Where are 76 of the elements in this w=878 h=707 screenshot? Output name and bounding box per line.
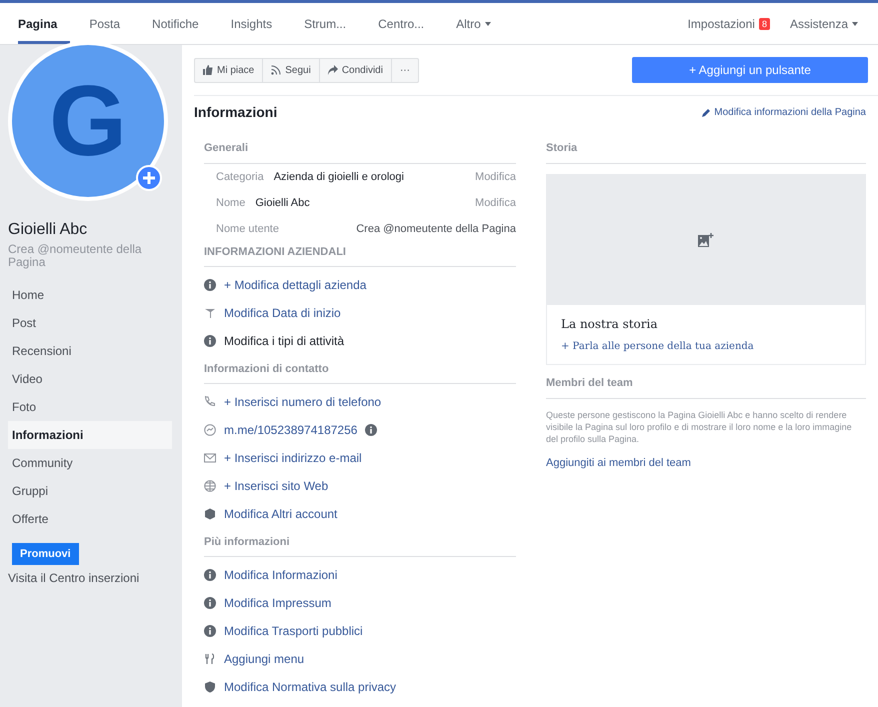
more-button[interactable]: ··· <box>392 58 418 82</box>
nav-tab[interactable]: Centro... <box>365 3 438 44</box>
pencil-icon <box>702 108 712 116</box>
info-link[interactable]: + Modifica dettagli azienda <box>224 278 366 292</box>
info-link[interactable]: Modifica Impressum <box>224 596 332 610</box>
info-link[interactable]: Modifica Normativa sulla privacy <box>224 680 396 694</box>
info-icon <box>204 335 216 347</box>
info-icon <box>204 625 216 637</box>
info-link[interactable]: Modifica Trasporti pubblici <box>224 624 363 638</box>
sidebar-item[interactable]: Recensioni <box>8 337 172 365</box>
fork-knife-icon <box>204 653 216 665</box>
section-heading: INFORMAZIONI AZIENDALI <box>204 242 516 267</box>
info-link[interactable]: Modifica Altri account <box>224 507 338 521</box>
shield-icon <box>204 681 216 693</box>
info-link[interactable]: Modifica Data di inizio <box>224 306 341 320</box>
add-image-icon[interactable] <box>698 233 714 247</box>
page-name: Gioielli Abc <box>8 221 88 239</box>
share-arrow-icon <box>328 65 338 75</box>
add-button[interactable]: + Aggiungi un pulsante <box>632 57 868 83</box>
nav-tab[interactable]: Notifiche <box>139 3 212 44</box>
sidebar-item[interactable]: Video <box>8 365 172 393</box>
info-link[interactable]: + Inserisci indirizzo e-mail <box>224 451 362 465</box>
help-link[interactable]: Assistenza <box>780 3 868 44</box>
info-icon <box>204 569 216 581</box>
settings-link[interactable]: Impostazioni 8 <box>678 3 780 44</box>
info-link[interactable]: + Inserisci numero di telefono <box>224 395 382 409</box>
ads-center-link[interactable]: Visita il Centro inserzioni <box>8 571 172 585</box>
info-link[interactable]: m.me/105238974187256 <box>224 423 358 437</box>
chat-icon <box>204 424 216 436</box>
follow-button[interactable]: Segui <box>263 58 320 82</box>
info-link[interactable]: Modifica i tipi di attività <box>224 334 344 348</box>
mail-icon <box>204 452 216 464</box>
username-link[interactable]: Crea @nomeutente della Pagina <box>356 223 516 235</box>
sidebar-item[interactable]: Gruppi <box>8 477 172 505</box>
sidebar-item[interactable]: Community <box>8 449 172 477</box>
nav-tab[interactable]: Insights <box>218 3 286 44</box>
info-icon <box>204 597 216 609</box>
field-label: Nome <box>216 197 246 209</box>
sidebar-item[interactable]: Foto <box>8 393 172 421</box>
section-heading: Storia <box>546 130 866 164</box>
sidebar-item[interactable]: Offerte <box>8 505 172 533</box>
nav-tab[interactable]: Posta <box>76 3 134 44</box>
info-link[interactable]: + Inserisci sito Web <box>224 479 328 493</box>
story-link[interactable]: + Parla alle persone della tua azienda <box>561 341 851 352</box>
section-heading: Informazioni di contatto <box>204 359 516 384</box>
thumbs-up-icon <box>203 65 213 75</box>
section-heading: Più informazioni <box>204 532 516 557</box>
field-label: Categoria <box>216 171 264 183</box>
notification-badge: 8 <box>758 18 770 30</box>
field-value: Gioielli Abc <box>255 197 310 209</box>
share-button[interactable]: Condividi <box>320 58 392 82</box>
caret-icon <box>852 22 858 26</box>
rss-icon <box>271 65 282 75</box>
nav-tab[interactable]: Strum... <box>291 3 360 44</box>
field-label: Nome utente <box>216 223 279 235</box>
section-heading: Generali <box>204 130 516 164</box>
edit-page-link[interactable]: Modifica informazioni della Pagina <box>702 106 866 118</box>
field-value: Azienda di gioielli e orologi <box>274 171 404 183</box>
info-link[interactable]: Aggiungi menu <box>224 652 304 666</box>
add-photo-icon[interactable] <box>136 165 162 191</box>
page-title: Informazioni <box>194 104 278 120</box>
info-icon <box>204 279 216 291</box>
join-team-link[interactable]: Aggiungiti ai membri del team <box>546 457 691 469</box>
sidebar-item[interactable]: Home <box>8 281 172 309</box>
phone-icon <box>204 396 216 408</box>
promote-button[interactable]: Promuovi <box>12 543 79 565</box>
globe-icon <box>204 480 216 492</box>
nav-tab[interactable]: Altro <box>443 3 504 44</box>
story-heading: La nostra storia <box>561 317 659 331</box>
section-heading: Membri del team <box>546 365 866 399</box>
sidebar-item[interactable]: Informazioni <box>8 421 172 449</box>
info-link[interactable]: Modifica Informazioni <box>224 568 338 582</box>
team-description: Queste persone gestiscono la Pagina Gioielli Abc e hanno scelto di rendere visibile la Pagina sul loro profilo e di mostrare il loro nome e la loro immagine del profilo sulla Pagina. <box>546 409 853 445</box>
like-button[interactable]: Mi piace <box>195 58 264 82</box>
cube-icon <box>204 508 216 520</box>
sidebar-item[interactable]: Post <box>8 309 172 337</box>
